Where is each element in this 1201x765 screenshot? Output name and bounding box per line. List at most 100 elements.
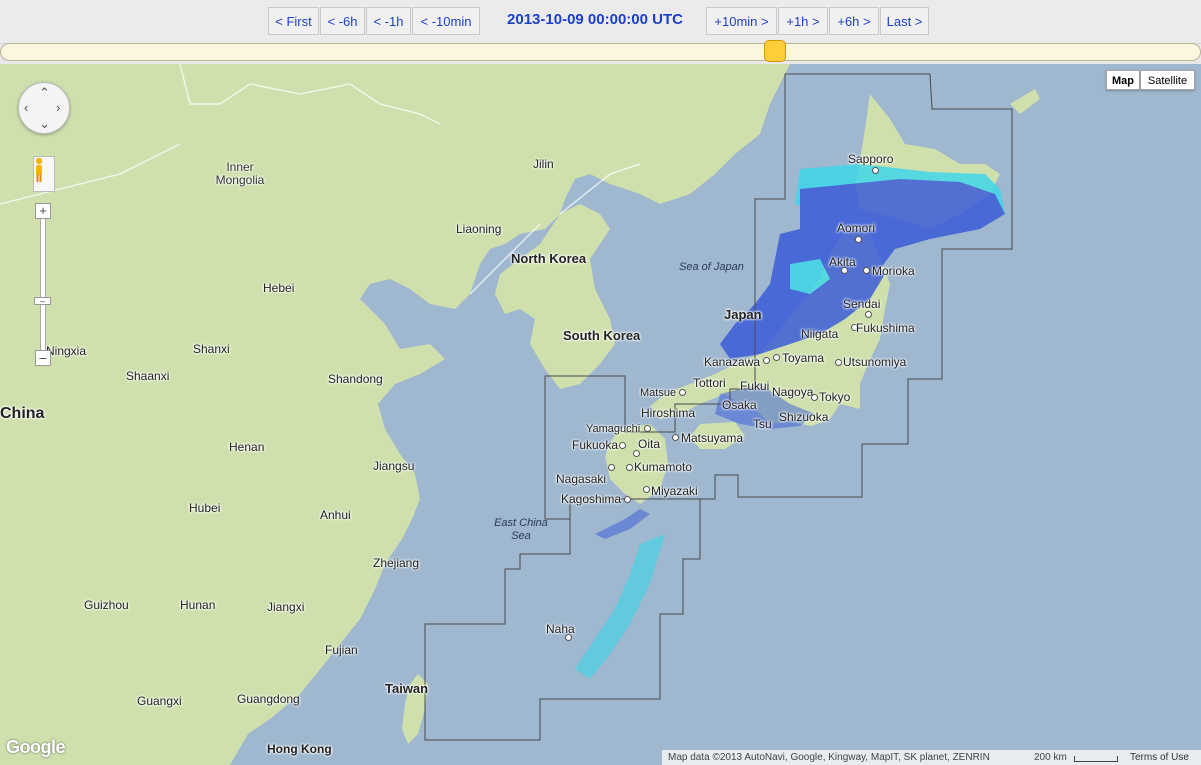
- label-jilin: Jilin: [533, 157, 554, 171]
- label-shanxi: Shanxi: [193, 342, 230, 356]
- city-toyama: Toyama: [782, 351, 825, 365]
- city-fukui: Fukui: [740, 379, 770, 393]
- city-dot: [608, 464, 615, 471]
- plus-10min-button[interactable]: +10min >: [706, 7, 777, 35]
- label-hong-kong: Hong Kong: [267, 742, 332, 756]
- label-inner-mongolia: Inner Mongolia: [215, 160, 265, 187]
- label-sea-of-japan: Sea of Japan: [679, 261, 744, 273]
- plus-1h-button[interactable]: +1h >: [778, 7, 828, 35]
- label-liaoning: Liaoning: [456, 222, 502, 236]
- pan-down-icon[interactable]: ⌄: [39, 117, 50, 130]
- time-nav-row: < First < -6h < -1h < -10min 2013-10-09 …: [0, 7, 1201, 37]
- city-kumamoto: Kumamoto: [634, 460, 693, 474]
- city-miyazaki: Miyazaki: [651, 484, 698, 498]
- city-dot: [672, 434, 679, 441]
- city-dot: [811, 394, 818, 401]
- city-dot: [841, 267, 848, 274]
- city-dot: [865, 311, 872, 318]
- city-dot: [644, 425, 651, 432]
- current-timestamp: 2013-10-09 00:00:00 UTC: [507, 11, 683, 28]
- city-dot: [643, 486, 650, 493]
- minus-6h-button[interactable]: < -6h: [320, 7, 365, 35]
- city-matsue: Matsue: [640, 387, 677, 399]
- label-fujian: Fujian: [325, 643, 358, 657]
- label-hunan: Hunan: [180, 598, 216, 612]
- city-fukuoka: Fukuoka: [572, 438, 619, 452]
- label-shandong: Shandong: [328, 372, 383, 386]
- label-japan: Japan: [724, 307, 762, 322]
- city-shizuoka: Shizuoka: [779, 410, 829, 424]
- city-kagoshima: Kagoshima: [561, 492, 622, 506]
- city-dot: [633, 450, 640, 457]
- scale-bar: [1074, 756, 1118, 762]
- plus-6h-button[interactable]: +6h >: [829, 7, 879, 35]
- city-osaka: Osaka: [722, 398, 757, 412]
- label-zhejiang: Zhejiang: [373, 556, 420, 570]
- pan-left-icon[interactable]: ‹: [24, 101, 28, 114]
- city-dot: [624, 496, 631, 503]
- city-kanazawa: Kanazawa: [704, 355, 761, 369]
- pan-right-icon[interactable]: ›: [56, 101, 60, 114]
- pan-up-icon[interactable]: ⌃: [39, 86, 50, 99]
- city-matsuyama: Matsuyama: [681, 431, 744, 445]
- map-canvas[interactable]: Inner Mongolia Jilin Liaoning North Kore…: [0, 64, 1201, 765]
- city-tokyo: Tokyo: [819, 390, 851, 404]
- label-north-korea: North Korea: [511, 251, 587, 266]
- zoom-out-button[interactable]: –: [35, 350, 51, 366]
- city-dot: [863, 267, 870, 274]
- label-jiangsu: Jiangsu: [373, 459, 415, 473]
- city-dot: [773, 354, 780, 361]
- map-type-map-button[interactable]: Map: [1106, 70, 1140, 90]
- city-fukushima: Fukushima: [856, 321, 915, 335]
- city-niigata: Niigata: [801, 327, 839, 341]
- map-type-satellite-button[interactable]: Satellite: [1140, 70, 1195, 90]
- city-dot: [565, 634, 572, 641]
- city-yamaguchi: Yamaguchi: [586, 423, 641, 435]
- label-china: China: [0, 405, 45, 422]
- street-view-pegman[interactable]: [33, 156, 55, 192]
- first-button[interactable]: < First: [268, 7, 319, 35]
- label-shaanxi: Shaanxi: [126, 369, 170, 383]
- scale-bar-label: 200 km: [1034, 752, 1067, 763]
- zoom-slider-track[interactable]: [40, 210, 46, 360]
- time-navigation-bar: < First < -6h < -1h < -10min 2013-10-09 …: [0, 0, 1201, 44]
- last-button[interactable]: Last >: [880, 7, 929, 35]
- city-sendai: Sendai: [843, 297, 881, 311]
- minus-1h-button[interactable]: < -1h: [366, 7, 411, 35]
- map-attribution-bar: Map data ©2013 AutoNavi, Google, Kingway…: [662, 750, 1201, 765]
- city-tottori: Tottori: [693, 376, 726, 390]
- terms-of-use-link[interactable]: Terms of Use: [1130, 750, 1189, 765]
- zoom-slider-thumb[interactable]: –: [34, 297, 51, 306]
- city-nagoya: Nagoya: [772, 385, 814, 399]
- city-oita: Oita: [638, 437, 661, 451]
- label-guangdong: Guangdong: [237, 692, 300, 706]
- label-south-korea: South Korea: [563, 328, 641, 343]
- minus-10min-button[interactable]: < -10min: [412, 7, 480, 35]
- label-ningxia: Ningxia: [46, 344, 87, 358]
- label-jiangxi: Jiangxi: [267, 600, 305, 614]
- city-sapporo: Sapporo: [848, 152, 894, 166]
- time-slider-track[interactable]: [0, 43, 1201, 61]
- google-logo: Google: [6, 737, 66, 757]
- label-hubei: Hubei: [189, 501, 221, 515]
- label-taiwan: Taiwan: [385, 681, 429, 696]
- city-dot: [626, 464, 633, 471]
- pan-control[interactable]: ⌃ ⌄ ‹ ›: [18, 82, 70, 134]
- label-east-china-sea: East China Sea: [494, 517, 548, 542]
- zoom-in-button[interactable]: +: [35, 203, 51, 219]
- city-dot: [835, 359, 842, 366]
- city-tsu: Tsu: [753, 417, 772, 431]
- pegman-icon: [35, 157, 43, 182]
- label-anhui: Anhui: [320, 508, 351, 522]
- label-guangxi: Guangxi: [137, 694, 182, 708]
- city-dot: [872, 167, 879, 174]
- city-morioka: Morioka: [872, 264, 915, 278]
- label-guizhou: Guizhou: [84, 598, 129, 612]
- city-utsunomiya: Utsunomiya: [843, 355, 907, 369]
- map-base-layer: [0, 64, 1040, 765]
- time-slider-handle[interactable]: [764, 40, 786, 62]
- city-hiroshima: Hiroshima: [641, 406, 696, 420]
- city-aomori: Aomori: [837, 221, 876, 235]
- city-nagasaki: Nagasaki: [556, 472, 607, 486]
- city-dot: [619, 442, 626, 449]
